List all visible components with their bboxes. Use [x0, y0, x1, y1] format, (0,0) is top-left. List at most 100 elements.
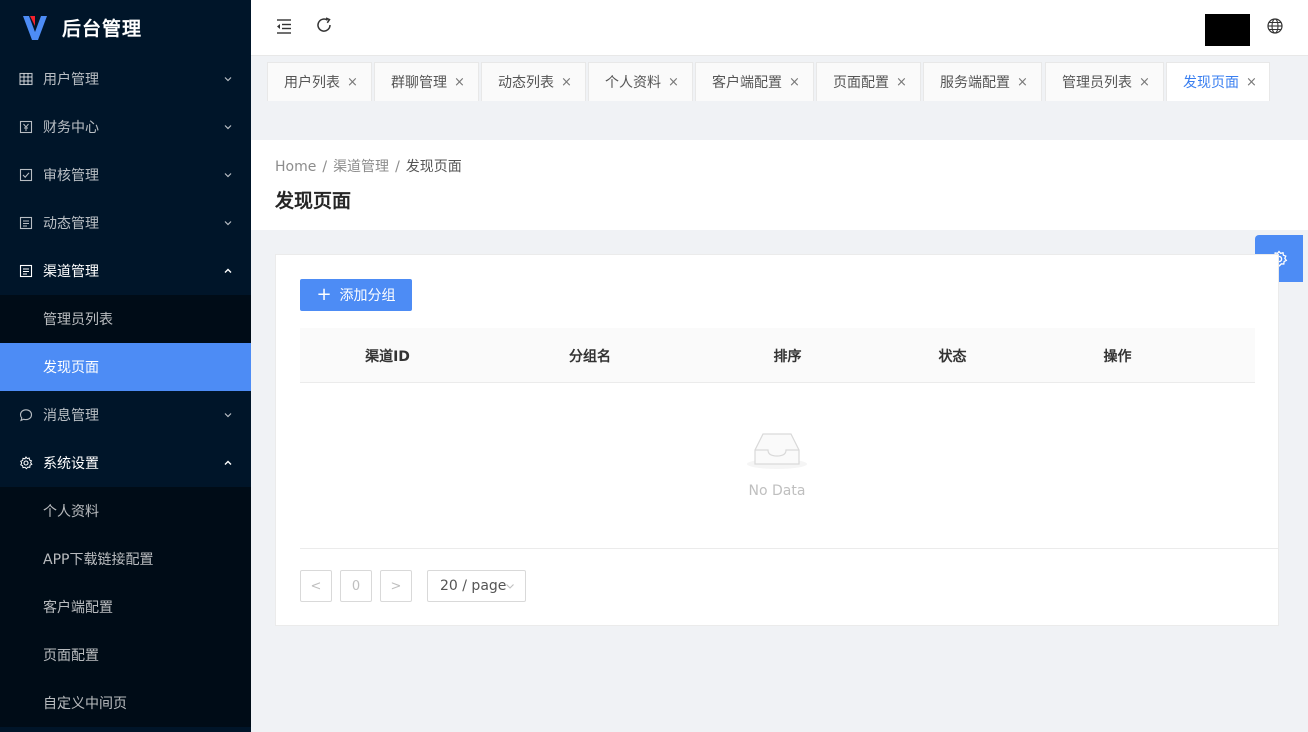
sidebar-item-page-config[interactable]: 页面配置 — [0, 631, 251, 679]
sidebar-item-messages[interactable]: 消息管理 — [0, 391, 251, 439]
table-icon — [19, 72, 33, 86]
page-header: Home / 渠道管理 / 发现页面 发现页面 — [251, 140, 1308, 230]
sidebar-item-users[interactable]: 用户管理 — [0, 55, 251, 103]
close-icon[interactable]: × — [668, 75, 679, 90]
tabs-bar: 用户列表 × 群聊管理 × 动态列表 × 个人资料 × 客户端配置 × 页面配置 × 服务端… — [251, 55, 1308, 102]
sidebar-item-label: 发现页面 — [43, 360, 99, 376]
close-icon[interactable]: × — [789, 75, 800, 90]
breadcrumb-separator: / — [395, 159, 400, 175]
close-icon[interactable]: × — [1017, 75, 1028, 90]
tab-label: 管理员列表 — [1062, 75, 1132, 91]
tab-client-config[interactable]: 客户端配置 × — [695, 62, 814, 101]
breadcrumb-home[interactable]: Home — [275, 159, 316, 175]
tab-discover-page[interactable]: 发现页面 × — [1166, 62, 1270, 101]
plus-icon: + — [316, 284, 332, 305]
globe-icon[interactable] — [1266, 17, 1284, 35]
page-size-select[interactable]: 20 / page — [427, 570, 526, 602]
chevron-down-icon — [224, 173, 232, 178]
empty-state — [745, 428, 809, 476]
close-icon[interactable]: × — [454, 75, 465, 90]
sidebar-item-moments[interactable]: 动态管理 — [0, 199, 251, 247]
next-page-button[interactable]: > — [380, 570, 412, 602]
sidebar-menu: 用户管理 财务中心 审核管理 动态管理 渠道管理 管理员列表 发现页面 消息管理… — [0, 55, 251, 727]
close-icon[interactable]: × — [1139, 75, 1150, 90]
submenu-system-settings: 个人资料 APP下载链接配置 客户端配置 页面配置 自定义中间页 — [0, 487, 251, 727]
logo[interactable]: 后台管理 — [0, 0, 251, 55]
sidebar-item-system-settings[interactable]: 系统设置 — [0, 439, 251, 487]
refresh-button[interactable] — [313, 14, 335, 36]
prev-page-button[interactable]: < — [300, 570, 332, 602]
avatar[interactable] — [1205, 14, 1250, 46]
tab-page-config[interactable]: 页面配置 × — [816, 62, 921, 101]
chat-icon — [19, 408, 33, 422]
chevron-down-icon — [224, 413, 232, 418]
document-icon — [19, 216, 33, 230]
sidebar-item-admin-list[interactable]: 管理员列表 — [0, 295, 251, 343]
tab-label: 群聊管理 — [391, 75, 447, 91]
add-group-button[interactable]: + 添加分组 — [300, 279, 412, 311]
tab-profile[interactable]: 个人资料 × — [588, 62, 693, 101]
sidebar-item-label: 管理员列表 — [43, 312, 113, 328]
sidebar: 后台管理 用户管理 财务中心 审核管理 动态管理 渠道管理 管理员列表 发现页面… — [0, 0, 251, 732]
page-title: 发现页面 — [275, 190, 352, 212]
breadcrumb: Home / 渠道管理 / 发现页面 — [275, 156, 462, 176]
table-header: 渠道ID 分组名 排序 状态 操作 — [300, 328, 1255, 383]
close-icon[interactable]: × — [896, 75, 907, 90]
finance-icon — [19, 120, 33, 134]
sidebar-item-app-download-config[interactable]: APP下载链接配置 — [0, 535, 251, 583]
sidebar-item-custom-middle-page[interactable]: 自定义中间页 — [0, 679, 251, 727]
sidebar-item-label: APP下载链接配置 — [43, 552, 154, 568]
column-header-group-name[interactable]: 分组名 — [490, 328, 690, 383]
tab-label: 用户列表 — [284, 75, 340, 91]
sidebar-item-finance[interactable]: 财务中心 — [0, 103, 251, 151]
app-title: 后台管理 — [62, 18, 143, 40]
close-icon[interactable]: × — [1246, 75, 1257, 90]
tab-user-list[interactable]: 用户列表 × — [267, 62, 372, 101]
chevron-down-icon — [224, 77, 232, 82]
breadcrumb-separator: / — [322, 159, 328, 175]
tab-label: 页面配置 — [833, 75, 889, 91]
menu-fold-button[interactable] — [273, 15, 295, 37]
close-icon[interactable]: × — [347, 75, 358, 90]
page-number[interactable]: 0 — [340, 570, 372, 602]
sidebar-item-audit[interactable]: 审核管理 — [0, 151, 251, 199]
sidebar-item-client-config[interactable]: 客户端配置 — [0, 583, 251, 631]
column-header-status[interactable]: 状态 — [865, 328, 1040, 383]
table-body: No Data — [300, 383, 1279, 549]
tab-label: 客户端配置 — [712, 75, 782, 91]
column-header-sort[interactable]: 排序 — [700, 328, 875, 383]
chevron-down-icon — [506, 584, 514, 589]
breadcrumb-parent[interactable]: 渠道管理 — [333, 159, 389, 175]
sidebar-item-label: 页面配置 — [43, 648, 99, 664]
column-header-actions[interactable]: 操作 — [1030, 328, 1205, 383]
checkbox-icon — [19, 168, 33, 182]
tab-label: 动态列表 — [498, 75, 554, 91]
sidebar-item-profile[interactable]: 个人资料 — [0, 487, 251, 535]
sidebar-item-channels[interactable]: 渠道管理 — [0, 247, 251, 295]
sidebar-item-label: 审核管理 — [43, 168, 99, 184]
refresh-icon — [317, 17, 331, 32]
tab-label: 服务端配置 — [940, 75, 1010, 91]
empty-text: No Data — [748, 483, 806, 499]
tab-server-config[interactable]: 服务端配置 × — [923, 62, 1042, 101]
document-icon — [19, 264, 33, 278]
sidebar-item-discover-page[interactable]: 发现页面 — [0, 343, 251, 391]
tabs-spacer — [251, 102, 1308, 140]
column-header-channel-id[interactable]: 渠道ID — [300, 328, 475, 383]
chevron-down-icon — [224, 125, 232, 130]
content-card: + 添加分组 渠道ID 分组名 排序 状态 操作 No Data < 0 > 2… — [275, 254, 1279, 626]
pagination: < 0 > 20 / page — [300, 570, 526, 602]
tab-admin-list[interactable]: 管理员列表 × — [1045, 62, 1164, 101]
chevron-up-icon — [224, 460, 232, 465]
tab-group-chat[interactable]: 群聊管理 × — [374, 62, 479, 101]
tab-label: 发现页面 — [1183, 75, 1239, 91]
sidebar-item-label: 个人资料 — [43, 504, 99, 520]
page-size-value: 20 / page — [440, 578, 507, 594]
add-group-label: 添加分组 — [339, 288, 396, 304]
submenu-channels: 管理员列表 发现页面 — [0, 295, 251, 391]
breadcrumb-current: 发现页面 — [405, 159, 462, 175]
sidebar-item-label: 渠道管理 — [43, 264, 99, 280]
sidebar-item-label: 消息管理 — [43, 408, 99, 424]
tab-moments-list[interactable]: 动态列表 × — [481, 62, 586, 101]
close-icon[interactable]: × — [561, 75, 572, 90]
